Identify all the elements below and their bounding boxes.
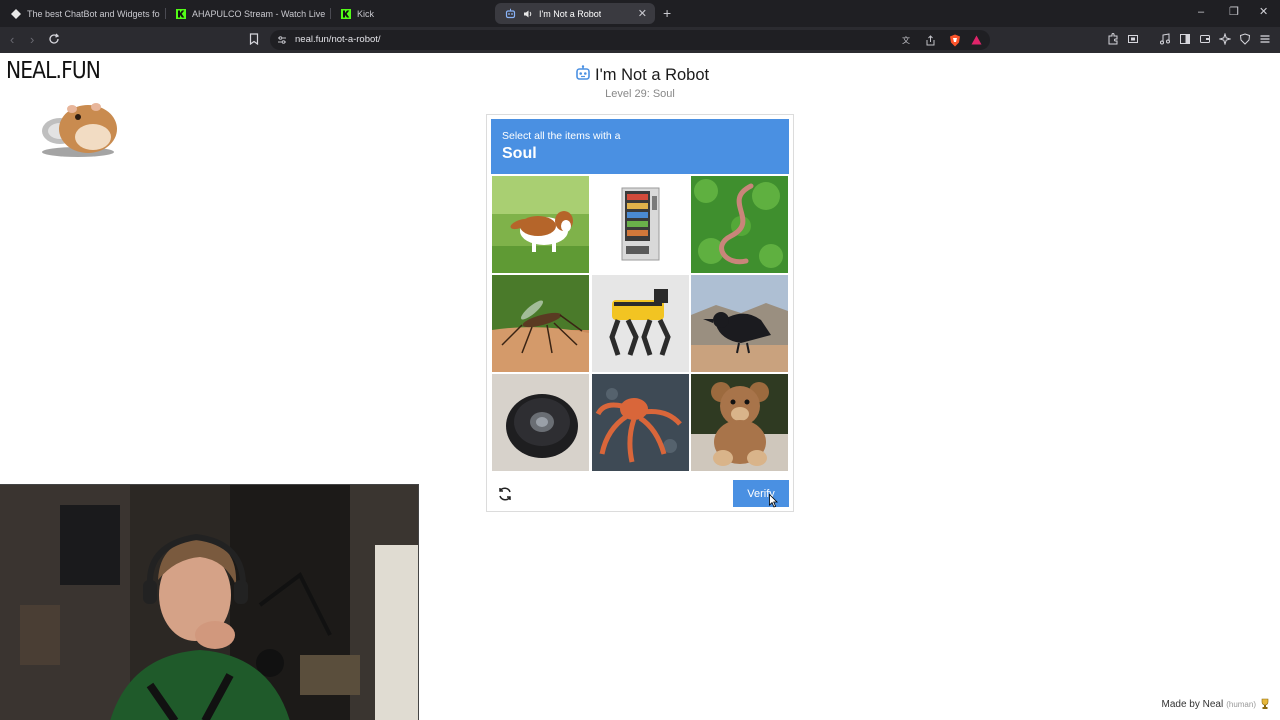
captcha-header: Select all the items with a Soul (491, 119, 789, 174)
leo-ai-icon[interactable] (1218, 32, 1232, 46)
page-content: NEAL.FUN I'm Not a Robot Level 29: Soul … (0, 53, 1280, 720)
mouse-cursor-icon (769, 494, 778, 508)
restore-button[interactable]: ❐ (1229, 5, 1239, 19)
captcha-target-word: Soul (502, 145, 537, 162)
tab-ahapulco[interactable]: AHAPULCO Stream - Watch Live on K (165, 3, 325, 24)
extensions-icon[interactable] (1106, 32, 1120, 46)
verify-button[interactable]: Verify (733, 480, 789, 507)
screenshot-icon[interactable] (1126, 32, 1140, 46)
new-tab-button[interactable]: + (663, 5, 671, 21)
captcha-tile-octopus[interactable] (592, 374, 689, 471)
captcha-widget: Select all the items with a Soul Verify (486, 114, 794, 512)
forward-icon[interactable]: › (30, 32, 34, 47)
sidebar-icon[interactable] (1178, 32, 1192, 46)
close-tab-icon[interactable]: ✕ (638, 7, 647, 20)
hamster-mascot-image (38, 97, 122, 159)
robot-icon (505, 8, 516, 19)
speaker-icon[interactable] (522, 8, 533, 19)
made-by-text: Made by Neal (1161, 698, 1224, 710)
back-icon[interactable]: ‹ (10, 32, 14, 47)
vpn-shield-icon[interactable] (1238, 32, 1252, 46)
wallet-icon[interactable] (1198, 32, 1212, 46)
address-bar[interactable]: neal.fun/not-a-robot/ 文 (270, 30, 990, 50)
captcha-tile-teddy-bear[interactable] (691, 374, 788, 471)
music-icon[interactable] (1158, 32, 1172, 46)
page-header: I'm Not a Robot (575, 65, 709, 86)
bookmark-icon[interactable] (247, 32, 261, 46)
captcha-tile-mosquito[interactable] (492, 275, 589, 372)
human-label: (human) (1226, 699, 1256, 709)
menu-icon[interactable] (1258, 32, 1272, 46)
tab-not-a-robot[interactable]: I'm Not a Robot ✕ (495, 3, 655, 24)
tab-title: The best ChatBot and Widgets for Ki (27, 8, 160, 19)
captcha-tile-robot-vacuum[interactable] (492, 374, 589, 471)
share-icon[interactable] (923, 33, 937, 47)
translate-icon[interactable]: 文 (900, 33, 914, 47)
captcha-instruction: Select all the items with a (502, 130, 621, 142)
url-text: neal.fun/not-a-robot/ (295, 34, 381, 45)
captcha-tile-robot-dog[interactable] (592, 275, 689, 372)
captcha-tile-vending-machine[interactable] (592, 176, 689, 273)
close-window-button[interactable]: ✕ (1259, 5, 1268, 19)
tab-title: Kick (357, 8, 375, 19)
tab-bar: The best ChatBot and Widgets for Ki AHAP… (0, 0, 1280, 27)
webcam-overlay (0, 484, 419, 720)
kick-icon (340, 8, 351, 19)
trophy-icon (1260, 698, 1270, 710)
reload-icon[interactable] (47, 32, 61, 46)
brave-rewards-icon[interactable] (969, 33, 983, 47)
brave-shields-icon[interactable] (948, 33, 962, 47)
captcha-image-grid (492, 176, 789, 473)
level-subtitle: Level 29: Soul (605, 88, 675, 100)
robot-icon (575, 65, 591, 86)
kick-icon (175, 8, 186, 19)
tab-chatbot[interactable]: The best ChatBot and Widgets for Ki (0, 3, 160, 24)
svg-text:文: 文 (902, 35, 910, 45)
site-settings-icon[interactable] (275, 33, 289, 47)
minimize-button[interactable]: – (1198, 5, 1204, 19)
tab-kick[interactable]: Kick (330, 3, 490, 24)
site-logo[interactable]: NEAL.FUN (6, 58, 101, 84)
tab-title: AHAPULCO Stream - Watch Live on K (192, 8, 325, 19)
tab-title: I'm Not a Robot (539, 8, 602, 19)
page-title: I'm Not a Robot (595, 66, 710, 84)
refresh-icon[interactable] (497, 486, 513, 502)
captcha-tile-worm[interactable] (691, 176, 788, 273)
made-by-credit[interactable]: Made by Neal (human) (1161, 698, 1270, 710)
browser-toolbar: ‹ › neal.fun/not-a-robot/ 文 (0, 27, 1280, 53)
captcha-tile-crow[interactable] (691, 275, 788, 372)
captcha-tile-dog[interactable] (492, 176, 589, 273)
diamond-icon (10, 8, 21, 19)
